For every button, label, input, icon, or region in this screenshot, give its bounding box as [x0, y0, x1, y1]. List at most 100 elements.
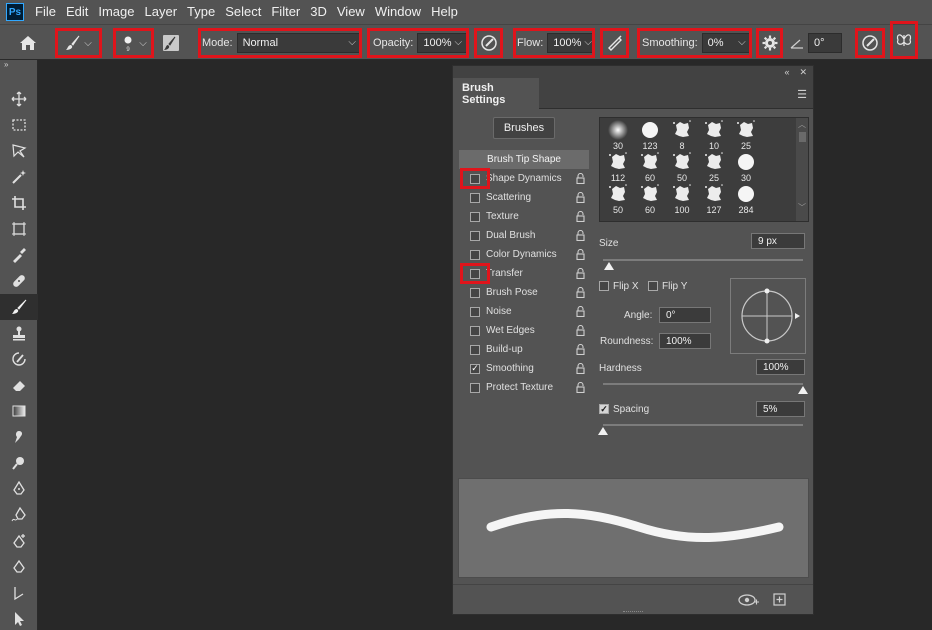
brush-preset[interactable]: 112 — [602, 151, 634, 183]
menu-3d[interactable]: 3D — [305, 0, 332, 24]
marquee-tool[interactable] — [0, 112, 38, 138]
symmetry-button[interactable] — [890, 21, 918, 59]
flip-y-checkbox[interactable] — [648, 281, 658, 291]
pressure-opacity-button[interactable] — [474, 28, 503, 58]
menu-layer[interactable]: Layer — [140, 0, 183, 24]
brush-option-row[interactable]: Brush Pose — [459, 283, 589, 302]
brush-preset[interactable]: 30 — [730, 151, 762, 183]
move-tool[interactable] — [0, 86, 38, 112]
brush-option-checkbox[interactable] — [470, 325, 480, 336]
lock-icon[interactable] — [576, 210, 585, 223]
expand-toolbar-icon[interactable]: » — [0, 60, 37, 72]
tool-preset-picker[interactable]: ⌵ — [55, 28, 102, 58]
brush-option-row[interactable]: Transfer — [459, 263, 589, 284]
angle-field[interactable]: 0° — [659, 307, 711, 323]
brush-preset[interactable]: 60 — [634, 183, 666, 215]
path-selection-tool[interactable] — [0, 580, 38, 606]
opacity-field[interactable]: 100% ⌵ — [417, 33, 468, 53]
home-button[interactable] — [14, 28, 42, 58]
healing-brush-tool[interactable] — [0, 268, 38, 294]
brush-option-checkbox[interactable]: ✓ — [470, 363, 480, 374]
brush-option-row[interactable]: Build-up — [459, 340, 589, 359]
brush-preset[interactable]: 10 — [698, 119, 730, 151]
menu-type[interactable]: Type — [182, 0, 220, 24]
hardness-slider-thumb[interactable] — [798, 386, 808, 394]
lock-icon[interactable] — [576, 381, 585, 394]
smudge-tool[interactable] — [0, 424, 38, 450]
brush-option-row[interactable]: ✓ Smoothing — [459, 359, 589, 378]
menu-image[interactable]: Image — [93, 0, 139, 24]
brush-option-checkbox[interactable] — [470, 344, 480, 355]
brush-option-checkbox[interactable] — [470, 287, 480, 298]
menu-filter[interactable]: Filter — [266, 0, 305, 24]
resize-grip[interactable] — [623, 611, 643, 614]
brush-option-checkbox[interactable] — [470, 306, 480, 317]
spacing-checkbox[interactable]: ✓ — [599, 404, 609, 414]
lock-icon[interactable] — [576, 229, 585, 242]
roundness-field[interactable]: 100% — [659, 333, 711, 349]
freeform-pen-tool[interactable] — [0, 502, 38, 528]
brush-preset[interactable]: 123 — [634, 119, 666, 151]
brush-option-row[interactable]: Protect Texture — [459, 378, 589, 397]
brush-option-row[interactable]: Dual Brush — [459, 226, 589, 245]
lock-icon[interactable] — [576, 305, 585, 318]
lasso-tool[interactable] — [0, 138, 38, 164]
flip-x-checkbox[interactable] — [599, 281, 609, 291]
spacing-slider[interactable] — [603, 424, 803, 426]
smoothing-field[interactable]: 0% ⌵ — [701, 33, 752, 53]
brush-preset[interactable]: 127 — [698, 183, 730, 215]
size-slider-thumb[interactable] — [604, 262, 614, 270]
close-panel-icon[interactable]: ✕ — [799, 67, 807, 78]
size-field[interactable]: 9 px — [751, 233, 805, 249]
menu-select[interactable]: Select — [220, 0, 266, 24]
brush-preset[interactable]: 50 — [666, 151, 698, 183]
pressure-size-button[interactable] — [855, 28, 885, 58]
menu-window[interactable]: Window — [370, 0, 426, 24]
brush-preset-picker[interactable]: 9 ⌵ — [113, 28, 154, 58]
lock-icon[interactable] — [576, 191, 585, 204]
mode-select[interactable]: Normal ⌵ — [236, 33, 362, 53]
flow-field[interactable]: 100% ⌵ — [547, 33, 596, 53]
create-new-brush-icon[interactable] — [773, 593, 786, 606]
eyedropper-tool[interactable] — [0, 242, 38, 268]
menu-file[interactable]: File — [30, 0, 61, 24]
brush-tip-shape-item[interactable]: Brush Tip Shape — [459, 150, 589, 169]
lock-icon[interactable] — [576, 362, 585, 375]
brush-option-checkbox[interactable] — [470, 192, 480, 203]
brush-option-row[interactable]: Noise — [459, 302, 589, 321]
collapse-panel-icon[interactable]: « — [784, 67, 789, 77]
gradient-tool[interactable] — [0, 398, 38, 424]
brush-preset[interactable]: 25 — [698, 151, 730, 183]
frame-tool[interactable] — [0, 216, 38, 242]
brush-preset[interactable]: 60 — [634, 151, 666, 183]
airbrush-button[interactable] — [600, 28, 629, 58]
brush-preset[interactable]: 100 — [666, 183, 698, 215]
brush-settings-toggle[interactable] — [160, 28, 182, 58]
menu-help[interactable]: Help — [426, 0, 463, 24]
brush-option-checkbox[interactable] — [470, 382, 480, 393]
menu-edit[interactable]: Edit — [61, 0, 93, 24]
smoothing-options-button[interactable] — [756, 28, 783, 58]
eraser-tool[interactable] — [0, 372, 38, 398]
brush-tool[interactable] — [0, 294, 38, 320]
tab-brush-settings[interactable]: Brush Settings — [453, 78, 539, 109]
add-anchor-point-tool[interactable] — [0, 528, 38, 554]
brush-option-row[interactable]: Texture — [459, 207, 589, 226]
brush-preset[interactable]: 30 — [602, 119, 634, 151]
brush-option-checkbox[interactable] — [470, 230, 480, 241]
brushes-button[interactable]: Brushes — [493, 117, 555, 139]
lock-icon[interactable] — [576, 267, 585, 280]
size-slider[interactable] — [603, 259, 803, 261]
direct-selection-tool[interactable] — [0, 606, 38, 630]
clone-stamp-tool[interactable] — [0, 320, 38, 346]
pen-tool[interactable] — [0, 476, 38, 502]
hardness-field[interactable]: 100% — [756, 359, 805, 375]
brush-option-checkbox[interactable] — [470, 211, 480, 222]
crop-tool[interactable] — [0, 190, 38, 216]
toggle-live-tip-icon[interactable] — [738, 593, 760, 607]
menu-view[interactable]: View — [332, 0, 370, 24]
lock-icon[interactable] — [576, 286, 585, 299]
spacing-field[interactable]: 5% — [756, 401, 805, 417]
lock-icon[interactable] — [576, 248, 585, 261]
brush-option-row[interactable]: Wet Edges — [459, 321, 589, 340]
